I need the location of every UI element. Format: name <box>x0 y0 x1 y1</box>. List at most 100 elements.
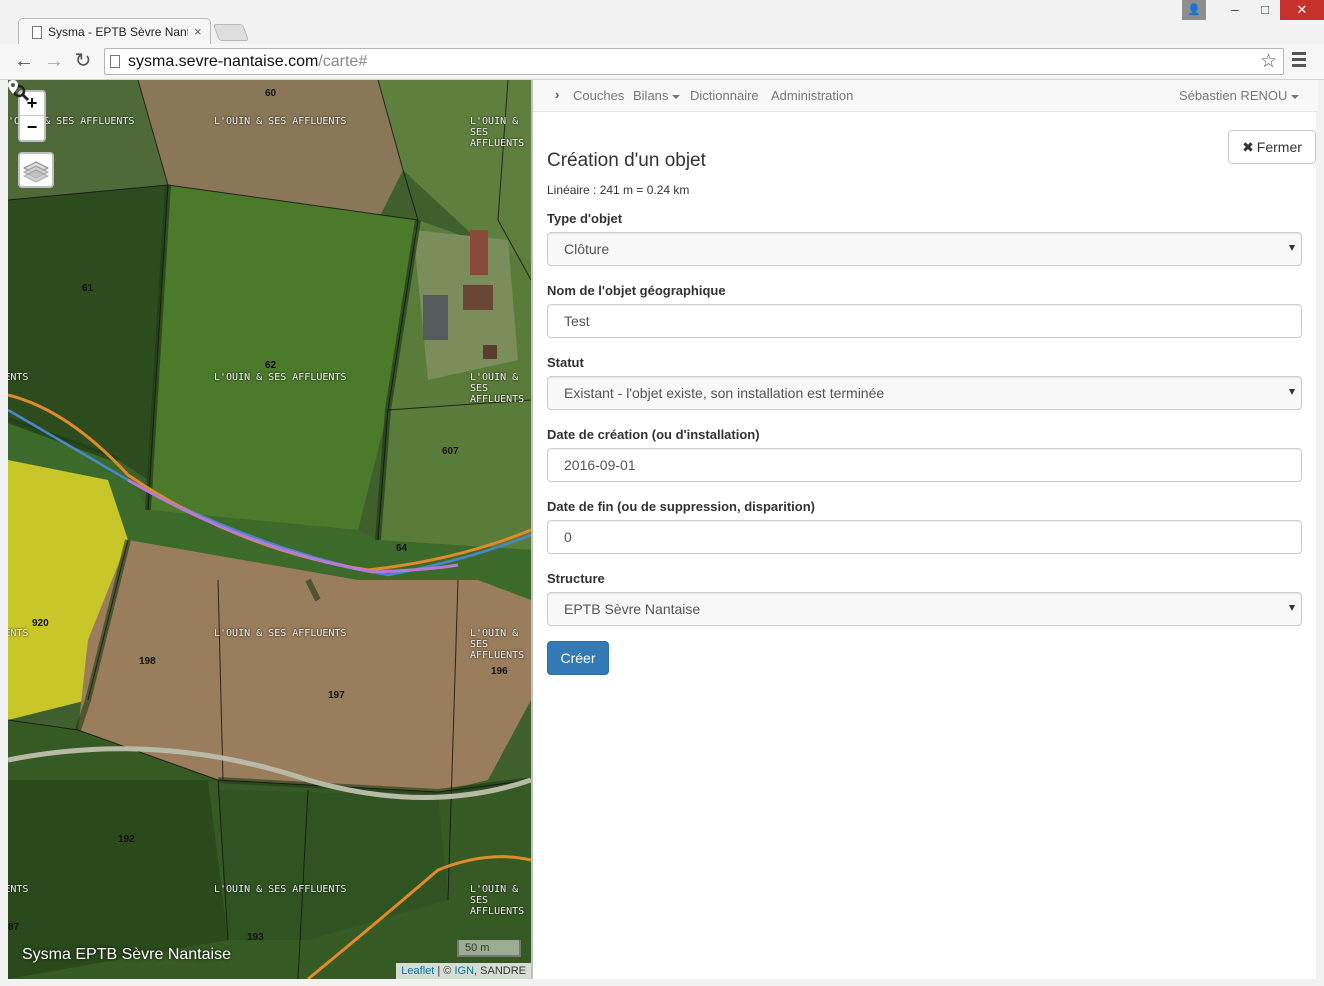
layers-icon <box>22 161 50 183</box>
browser-tabstrip: Sysma - EPTB Sèvre Nantaise × 👤 – □ ✕ <box>0 0 1324 45</box>
farm-roof-1 <box>423 295 448 340</box>
map-attribution: Leaflet | © IGN, SANDRE <box>396 963 531 979</box>
page-icon <box>110 55 120 68</box>
parcel-number: 60 <box>265 88 277 99</box>
structure-value: EPTB Sèvre Nantaise <box>564 601 701 617</box>
map-brand-label: Sysma EPTB Sèvre Nantaise <box>22 946 231 963</box>
side-panel: › Couches Bilans Dictionnaire Administra… <box>531 80 1318 979</box>
select-arrow-icon <box>1289 245 1295 251</box>
url-text[interactable]: sysma.sevre-nantaise.com/carte# <box>128 53 367 71</box>
date-creation-input[interactable]: 2016-09-01 <box>547 448 1302 482</box>
page-icon <box>32 26 42 39</box>
browser-tab[interactable]: Sysma - EPTB Sèvre Nantaise × <box>18 18 211 45</box>
close-icon: ✖ <box>1242 139 1254 155</box>
parcel-number: 193 <box>247 932 264 943</box>
attribution-rest: , SANDRE <box>474 965 526 977</box>
parcel-number: 62 <box>265 360 277 371</box>
window-frame-bottom <box>0 979 1324 986</box>
bookmark-star-icon[interactable]: ☆ <box>1260 50 1277 73</box>
location-pin-icon <box>8 80 18 94</box>
type-value: Clôture <box>564 241 610 257</box>
window-frame-left <box>0 80 8 979</box>
address-bar[interactable]: sysma.sevre-nantaise.com/carte# ☆ <box>104 48 1284 75</box>
length-info: Linéaire : 241 m = 0.24 km <box>547 183 690 197</box>
zone-label: L'OUIN & SES AFFLUENTS <box>214 884 347 895</box>
zone-label: L'OUIN & SES AFFLUENTS <box>8 372 29 383</box>
minimize-button[interactable]: – <box>1220 0 1250 20</box>
zone-label: L'OUIN & SES AFFLUENTS <box>470 372 525 405</box>
zone-label: L'OUIN & SES AFFLUENTS <box>214 628 347 639</box>
farm-roof-3 <box>470 230 488 275</box>
zone-label: L'OUIN & SES AFFLUENTS <box>470 116 525 149</box>
close-label: Fermer <box>1256 139 1302 155</box>
collapse-panel-icon[interactable]: › <box>555 87 559 102</box>
back-icon[interactable]: ← <box>12 50 36 74</box>
aerial-imagery <box>8 80 531 979</box>
nav-bilans-label: Bilans <box>633 88 669 103</box>
date-fin-label: Date de fin (ou de suppression, disparit… <box>547 499 815 514</box>
nav-bilans[interactable]: Bilans <box>633 88 681 103</box>
parcel-number: 87 <box>8 922 20 933</box>
form-title: Création d'un objet <box>547 150 706 171</box>
tab-close-icon[interactable]: × <box>194 24 202 39</box>
zone-label: L'OUIN & SES AFFLUENTS <box>214 116 347 127</box>
type-label: Type d'objet <box>547 211 623 226</box>
ign-link[interactable]: IGN <box>454 965 474 977</box>
attribution-sep: | © <box>434 965 455 977</box>
select-arrow-icon <box>1289 605 1295 611</box>
farm-roof-2 <box>463 285 493 310</box>
zone-label: L'OUIN & SES AFFLUENTS <box>470 884 525 917</box>
zone-label: L'OUIN & SES AFFLUENTS <box>8 628 29 639</box>
zone-label: L'OUIN & SES AFFLUENTS <box>470 628 525 661</box>
nom-label: Nom de l'objet géographique <box>547 283 726 298</box>
statut-label: Statut <box>547 355 584 370</box>
parcel-number: 607 <box>442 446 459 457</box>
farm-roof-4 <box>483 345 497 359</box>
browser-menu-icon[interactable] <box>1292 52 1306 70</box>
caret-down-icon <box>1291 94 1300 99</box>
nav-dictionnaire[interactable]: Dictionnaire <box>690 88 759 103</box>
nav-couches[interactable]: Couches <box>573 88 624 103</box>
new-tab-button[interactable] <box>212 24 250 41</box>
map-scale: 50 m <box>457 940 521 957</box>
create-button[interactable]: Créer <box>547 641 609 675</box>
app-navbar: › Couches Bilans Dictionnaire Administra… <box>533 80 1318 112</box>
user-profile-icon[interactable]: 👤 <box>1182 0 1206 20</box>
structure-label: Structure <box>547 571 605 586</box>
leaflet-link[interactable]: Leaflet <box>401 965 434 977</box>
close-window-button[interactable]: ✕ <box>1280 0 1324 20</box>
zoom-out-button[interactable]: − <box>20 116 44 140</box>
url-path: /carte# <box>318 53 368 70</box>
parcel-number: 198 <box>139 656 156 667</box>
statut-select[interactable]: Existant - l'objet existe, son installat… <box>547 376 1302 410</box>
caret-down-icon <box>672 94 681 99</box>
tab-title: Sysma - EPTB Sèvre Nantaise <box>48 25 188 39</box>
maximize-button[interactable]: □ <box>1250 0 1280 20</box>
window-controls: 👤 – □ ✕ <box>1182 0 1324 20</box>
zone-label: L'OUIN & SES AFFLUENTS <box>214 372 347 383</box>
nav-administration[interactable]: Administration <box>771 88 853 103</box>
structure-select[interactable]: EPTB Sèvre Nantaise <box>547 592 1302 626</box>
date-creation-label: Date de création (ou d'installation) <box>547 427 760 442</box>
close-button[interactable]: ✖ Fermer <box>1228 130 1316 164</box>
url-host: sysma.sevre-nantaise.com <box>128 53 319 70</box>
layers-button[interactable] <box>18 152 54 188</box>
parcel-number: 920 <box>32 618 49 629</box>
zone-label: L'OUIN & SES AFFLUENTS <box>8 884 29 895</box>
forward-icon[interactable]: → <box>42 50 66 74</box>
parcel-number: 197 <box>328 690 345 701</box>
date-fin-input[interactable]: 0 <box>547 520 1302 554</box>
parcel-number: 196 <box>491 666 508 677</box>
statut-value: Existant - l'objet existe, son installat… <box>564 385 885 401</box>
user-name: Sébastien RENOU <box>1179 88 1288 103</box>
select-arrow-icon <box>1289 389 1295 395</box>
map-view[interactable]: L'OUIN & SES AFFLUENTS L'OUIN & SES AFFL… <box>8 80 531 979</box>
user-menu[interactable]: Sébastien RENOU <box>1179 88 1300 103</box>
parcel-number: 61 <box>82 283 94 294</box>
parcel-number: 64 <box>396 543 408 554</box>
reload-icon[interactable]: ↻ <box>71 50 95 74</box>
parcel-number: 192 <box>118 834 135 845</box>
type-select[interactable]: Clôture <box>547 232 1302 266</box>
nom-input[interactable]: Test <box>547 304 1302 338</box>
window-frame-right <box>1316 80 1324 979</box>
